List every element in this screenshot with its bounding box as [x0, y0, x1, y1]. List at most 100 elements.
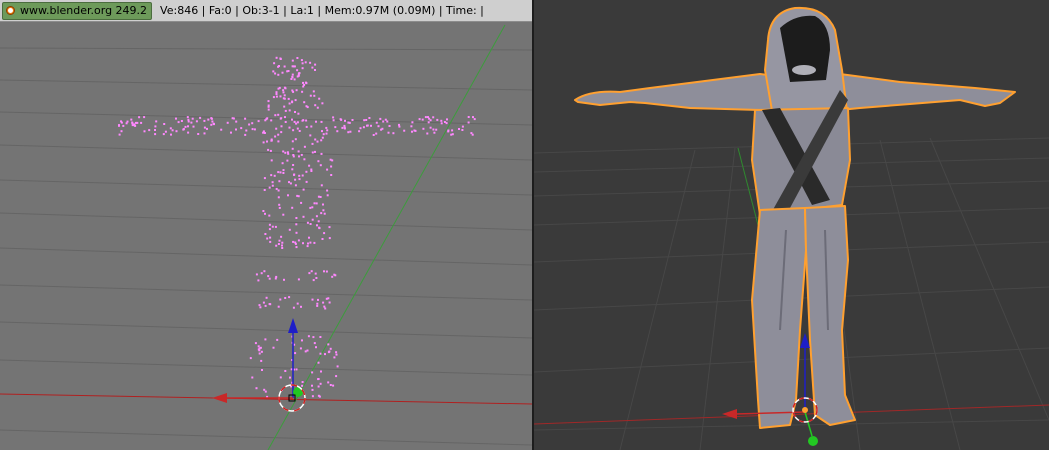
mesh-vertex[interactable]	[295, 368, 298, 371]
mesh-vertex[interactable]	[304, 61, 307, 64]
mesh-vertex[interactable]	[323, 270, 325, 273]
mesh-vertex[interactable]	[331, 159, 334, 162]
mesh-vertex[interactable]	[291, 73, 294, 76]
mesh-vertex[interactable]	[187, 125, 189, 128]
mesh-vertex[interactable]	[171, 129, 174, 132]
mesh-vertex[interactable]	[301, 67, 304, 70]
mesh-vertex[interactable]	[313, 342, 316, 345]
mesh-vertex[interactable]	[386, 120, 389, 123]
mesh-vertex[interactable]	[280, 131, 283, 134]
mesh-vertex[interactable]	[294, 178, 297, 181]
mesh-vertex[interactable]	[275, 91, 278, 94]
mesh-vertex[interactable]	[254, 342, 257, 345]
mesh-vertex[interactable]	[311, 66, 314, 69]
right-viewport-canvas[interactable]	[534, 0, 1049, 450]
mesh-vertex[interactable]	[251, 122, 254, 125]
mesh-vertex[interactable]	[260, 272, 263, 275]
mesh-vertex[interactable]	[302, 188, 305, 191]
mesh-vertex[interactable]	[328, 301, 331, 304]
mesh-vertex[interactable]	[162, 133, 165, 136]
mesh-vertex[interactable]	[284, 116, 286, 119]
mesh-vertex[interactable]	[300, 153, 303, 156]
mesh-vertex[interactable]	[244, 133, 247, 136]
mesh-vertex[interactable]	[143, 116, 146, 119]
transform-manipulator-icon[interactable]	[212, 318, 303, 403]
mesh-vertex[interactable]	[263, 177, 266, 180]
mesh-vertex[interactable]	[280, 235, 283, 238]
mesh-vertex[interactable]	[258, 352, 261, 355]
mesh-vertex[interactable]	[319, 352, 322, 355]
mesh-vertex[interactable]	[296, 121, 299, 124]
mesh-vertex[interactable]	[313, 241, 316, 244]
mesh-vertex[interactable]	[248, 123, 251, 126]
mesh-vertex[interactable]	[197, 133, 200, 135]
mesh-vertex[interactable]	[277, 113, 280, 116]
mesh-vertex[interactable]	[316, 140, 319, 143]
mesh-vertex[interactable]	[118, 133, 121, 136]
mesh-vertex[interactable]	[472, 116, 474, 119]
mesh-vertex[interactable]	[299, 347, 302, 350]
mesh-vertex[interactable]	[294, 352, 297, 355]
mesh-vertex[interactable]	[288, 102, 291, 105]
mesh-vertex[interactable]	[325, 270, 328, 273]
mesh-vertex[interactable]	[164, 130, 167, 133]
mesh-vertex[interactable]	[343, 127, 346, 130]
mesh-vertex[interactable]	[304, 81, 307, 84]
mesh-vertex[interactable]	[334, 274, 337, 277]
mesh-vertex[interactable]	[282, 91, 285, 94]
mesh-vertex[interactable]	[372, 134, 375, 136]
mesh-vertex[interactable]	[211, 120, 214, 123]
mesh-vertex[interactable]	[270, 138, 273, 141]
mesh-vertex[interactable]	[291, 140, 294, 143]
mesh-vertex[interactable]	[271, 225, 274, 228]
mesh-vertex[interactable]	[286, 70, 289, 73]
mesh-vertex[interactable]	[322, 209, 325, 212]
mesh-vertex[interactable]	[322, 133, 325, 136]
mesh-vertex[interactable]	[382, 120, 385, 123]
mesh-vertex[interactable]	[273, 62, 276, 65]
mesh-vertex[interactable]	[286, 159, 289, 162]
mesh-vertex[interactable]	[276, 338, 279, 341]
mesh-vertex[interactable]	[296, 194, 299, 197]
mesh-vertex[interactable]	[327, 381, 330, 384]
mesh-vertex[interactable]	[294, 241, 297, 244]
mesh-vertex[interactable]	[411, 121, 414, 124]
mesh-vertex[interactable]	[268, 277, 271, 280]
mesh-vertex[interactable]	[318, 97, 321, 100]
mesh-vertex[interactable]	[302, 242, 304, 245]
mesh-vertex[interactable]	[339, 118, 342, 121]
mesh-vertex[interactable]	[323, 212, 326, 215]
mesh-vertex[interactable]	[230, 131, 232, 134]
mesh-vertex[interactable]	[362, 126, 365, 129]
mesh-vertex[interactable]	[260, 350, 263, 353]
mesh-vertex[interactable]	[278, 239, 281, 242]
mesh-vertex[interactable]	[320, 120, 323, 123]
mesh-vertex[interactable]	[277, 305, 280, 308]
mesh-vertex[interactable]	[268, 223, 271, 226]
mesh-vertex[interactable]	[203, 132, 206, 135]
mesh-vertex[interactable]	[294, 138, 297, 141]
mesh-vertex[interactable]	[311, 384, 313, 387]
mesh-vertex[interactable]	[317, 361, 320, 364]
mesh-vertex[interactable]	[315, 120, 317, 123]
mesh-vertex[interactable]	[440, 119, 443, 122]
mesh-vertex[interactable]	[329, 347, 332, 350]
mesh-vertex[interactable]	[274, 72, 277, 75]
mesh-vertex[interactable]	[331, 275, 334, 278]
mesh-vertex[interactable]	[203, 126, 206, 129]
mesh-vertex[interactable]	[422, 127, 425, 130]
mesh-vertex[interactable]	[433, 131, 436, 134]
mesh-vertex[interactable]	[148, 129, 151, 132]
mesh-vertex[interactable]	[377, 125, 380, 128]
mesh-vertex[interactable]	[398, 125, 401, 128]
mesh-vertex[interactable]	[446, 118, 448, 121]
mesh-vertex[interactable]	[283, 65, 286, 68]
mesh-vertex[interactable]	[270, 119, 273, 122]
mesh-vertex[interactable]	[275, 56, 278, 59]
mesh-vertex[interactable]	[271, 181, 274, 184]
mesh-vertex[interactable]	[341, 126, 344, 129]
mesh-vertex[interactable]	[277, 133, 280, 136]
mesh-vertex[interactable]	[297, 112, 300, 115]
mesh-vertex[interactable]	[311, 395, 314, 398]
mesh-vertex[interactable]	[358, 130, 361, 133]
